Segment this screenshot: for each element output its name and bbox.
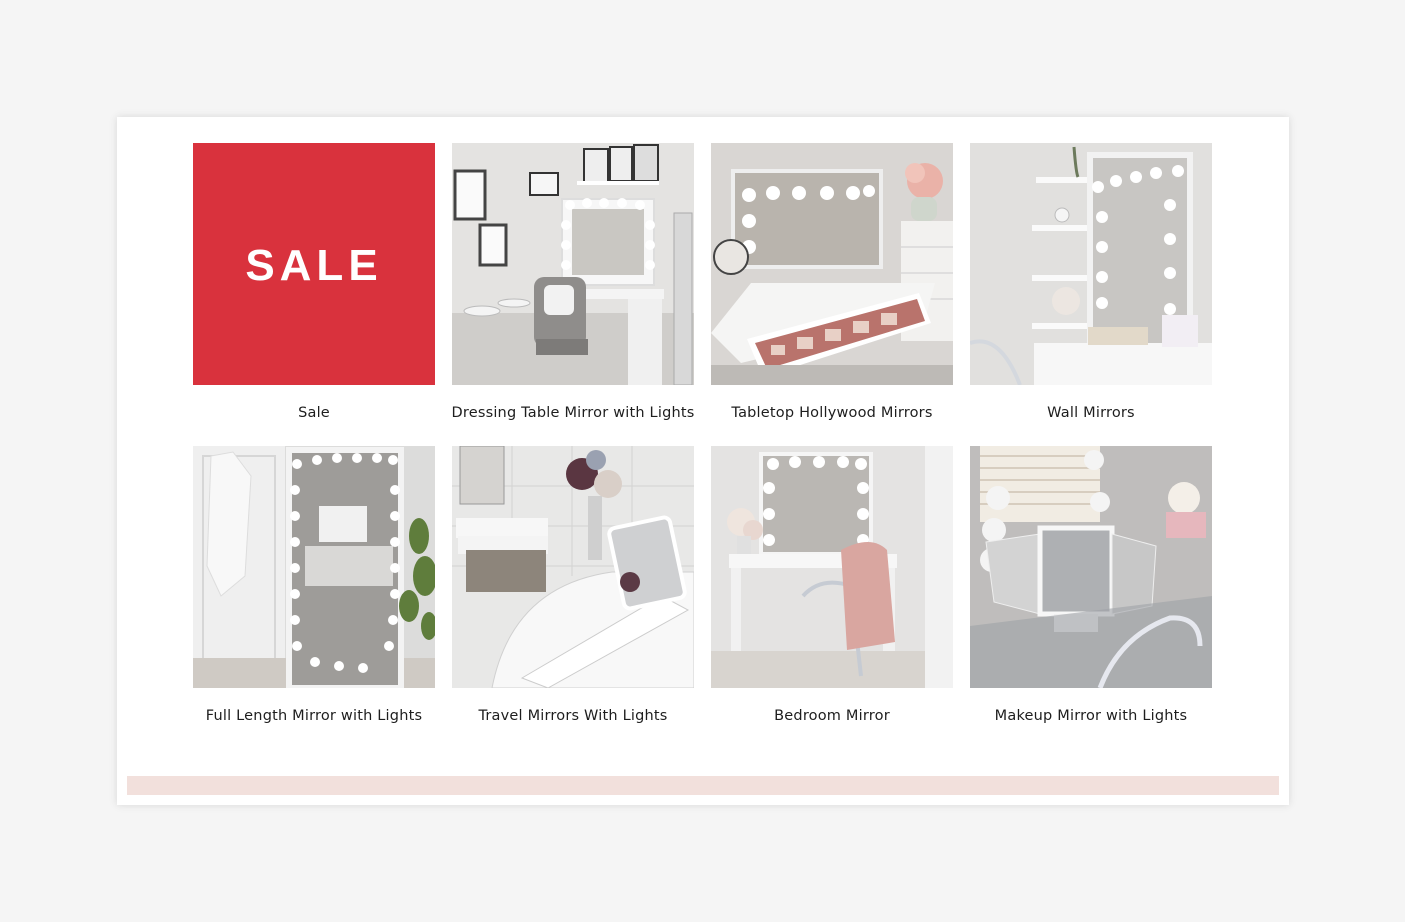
makeup-mirror-photo[interactable] <box>970 446 1212 688</box>
collection-tile-dressing-table-mirror[interactable]: Dressing Table Mirror with Lights <box>451 143 694 424</box>
collection-tile-sale[interactable]: SALE Sale <box>193 143 435 424</box>
footer-divider-band <box>127 776 1279 795</box>
sale-banner-image[interactable]: SALE <box>193 143 435 385</box>
dressing-table-photo[interactable] <box>452 143 694 385</box>
collection-tile-full-length-mirror[interactable]: Full Length Mirror with Lights <box>193 446 435 727</box>
collections-card: SALE Sale Dressing Table Mirror with Lig… <box>117 117 1289 805</box>
collection-tile-travel-mirrors[interactable]: Travel Mirrors With Lights <box>452 446 694 727</box>
collection-label-bedroom-mirror[interactable]: Bedroom Mirror <box>774 706 890 727</box>
collection-tile-wall-mirrors[interactable]: Wall Mirrors <box>970 143 1212 424</box>
tabletop-mirror-photo[interactable] <box>711 143 953 385</box>
collection-label-makeup-mirror[interactable]: Makeup Mirror with Lights <box>995 706 1188 727</box>
full-length-mirror-photo[interactable] <box>193 446 435 688</box>
collection-label-travel-mirrors[interactable]: Travel Mirrors With Lights <box>478 706 667 727</box>
collection-label-sale[interactable]: Sale <box>298 403 330 424</box>
collections-section: SALE Sale Dressing Table Mirror with Lig… <box>127 127 1279 795</box>
wall-mirror-photo[interactable] <box>970 143 1212 385</box>
sale-banner-text: SALE <box>245 241 382 290</box>
collection-tile-bedroom-mirror[interactable]: Bedroom Mirror <box>711 446 953 727</box>
travel-mirror-photo[interactable] <box>452 446 694 688</box>
collection-grid: SALE Sale Dressing Table Mirror with Lig… <box>193 143 1212 727</box>
collection-label-dressing-table-mirror[interactable]: Dressing Table Mirror with Lights <box>451 403 694 424</box>
collection-label-full-length-mirror[interactable]: Full Length Mirror with Lights <box>206 706 422 727</box>
collection-tile-makeup-mirror[interactable]: Makeup Mirror with Lights <box>970 446 1212 727</box>
collection-tile-tabletop-hollywood-mirrors[interactable]: Tabletop Hollywood Mirrors <box>711 143 953 424</box>
collection-label-tabletop-hollywood-mirrors[interactable]: Tabletop Hollywood Mirrors <box>731 403 932 424</box>
collection-label-wall-mirrors[interactable]: Wall Mirrors <box>1047 403 1135 424</box>
bedroom-mirror-photo[interactable] <box>711 446 953 688</box>
